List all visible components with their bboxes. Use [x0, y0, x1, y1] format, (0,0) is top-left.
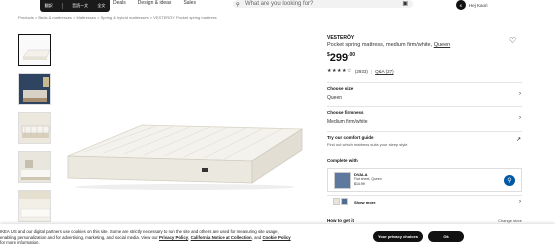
rating-divider: |	[370, 68, 373, 74]
nav-item-sales[interactable]: Sales	[183, 0, 196, 6]
chevron-right-icon: ›	[519, 91, 521, 97]
top-navigation: Deals Design & ideas Sales ⚲ What are yo…	[0, 0, 555, 12]
show-more-row[interactable]: Show more ›	[327, 195, 522, 207]
cookie-policy-link[interactable]: Cookie Policy	[262, 235, 290, 240]
thumbnail-5[interactable]	[18, 190, 51, 222]
choose-firmness-value: Medium firm/white	[327, 119, 368, 125]
cart-icon: ⚲	[507, 178, 512, 184]
favorite-heart-icon[interactable]: ♡	[509, 36, 516, 45]
accessory-card[interactable]: DVALA Flat sheet, Queen $14.99 ⚲	[327, 168, 522, 192]
accessory-image	[334, 172, 351, 189]
how-to-get-it: How to get it Change store	[327, 218, 522, 223]
greeting-text: Hej Kaori	[469, 2, 488, 8]
product-info: VESTERÖY Pocket spring mattress, medium …	[327, 35, 522, 74]
product-price: $299.00	[327, 52, 356, 64]
thumbnail-bedroom-image	[19, 152, 50, 182]
thumbnail-room-image	[19, 74, 50, 104]
add-to-cart-button[interactable]: ⚲	[504, 175, 515, 186]
rating-stars: ★★★★☆	[327, 68, 352, 74]
rating-row[interactable]: ★★★★☆ (2933) | Q&A (27)	[327, 68, 522, 74]
choose-size-value: Queen	[327, 95, 343, 101]
choose-size-row[interactable]: Choose size Queen ›	[327, 82, 522, 104]
show-more-label: Show more	[354, 200, 376, 205]
main-product-image[interactable]	[60, 37, 310, 222]
thumbnail-mattress-image	[22, 49, 50, 60]
nav-item-deals[interactable]: Deals	[113, 0, 126, 6]
swatch-1	[333, 198, 340, 205]
thumbnail-3[interactable]	[18, 112, 51, 144]
accessory-price: $14.99	[354, 182, 365, 186]
qa-link[interactable]: Q&A (27)	[375, 69, 394, 74]
chevron-right-icon: ›	[519, 115, 521, 121]
search-input[interactable]: ⚲ What are you looking for? ▣	[233, 0, 413, 8]
change-store-link[interactable]: Change store	[498, 218, 522, 223]
avatar: K	[456, 0, 466, 10]
accessory-description: Flat sheet, Queen	[354, 177, 382, 181]
swatch-2	[341, 198, 348, 205]
size-link[interactable]: Queen	[434, 42, 451, 48]
choose-size-label: Choose size	[327, 86, 354, 91]
cookie-text: IKEA US and our digital partners use coo…	[0, 229, 291, 245]
comfort-guide-subtext: Find out which mattress suits your sleep…	[327, 142, 408, 147]
thumbnail-4[interactable]	[18, 151, 51, 183]
thumbnail-lifestyle-image	[19, 191, 50, 221]
chevron-right-icon: ›	[519, 199, 521, 205]
privacy-policy-link[interactable]: Privacy Policy	[159, 235, 188, 240]
choose-firmness-row[interactable]: Choose firmness Medium firm/white ›	[327, 106, 522, 128]
privacy-choices-button[interactable]: Your privacy choices	[373, 231, 423, 242]
nav-links: Deals Design & ideas Sales	[113, 0, 196, 6]
comfort-guide-row[interactable]: Try our comfort guide Find out which mat…	[327, 131, 522, 149]
nav-item-design-ideas[interactable]: Design & ideas	[138, 0, 172, 6]
comfort-guide-label: Try our comfort guide	[327, 135, 374, 140]
thumbnail-2[interactable]	[18, 73, 51, 105]
account-menu[interactable]: K Hej Kaori	[456, 0, 488, 10]
thumbnail-1[interactable]	[18, 34, 51, 66]
thumbnail-layers-image	[19, 113, 50, 143]
breadcrumb[interactable]: Products > Beds & mattresses > Mattresse…	[18, 15, 217, 20]
product-description: Pocket spring mattress, medium firm/whit…	[327, 42, 451, 48]
search-placeholder: What are you looking for?	[245, 1, 314, 7]
complete-with-title: Complete with	[327, 158, 358, 163]
search-icon: ⚲	[236, 2, 240, 8]
california-notice-link[interactable]: California Notice at Collection	[191, 235, 252, 240]
choose-firmness-label: Choose firmness	[327, 110, 364, 115]
product-name: VESTERÖY	[327, 35, 355, 41]
ok-button[interactable]: Ok	[428, 231, 464, 242]
camera-search-icon[interactable]: ▣	[402, 0, 408, 8]
how-to-get-it-title: How to get it	[327, 218, 354, 223]
review-count[interactable]: (2933)	[355, 69, 368, 74]
cookie-banner: IKEA US and our digital partners use coo…	[0, 224, 555, 250]
external-link-icon: ↗	[515, 137, 521, 143]
